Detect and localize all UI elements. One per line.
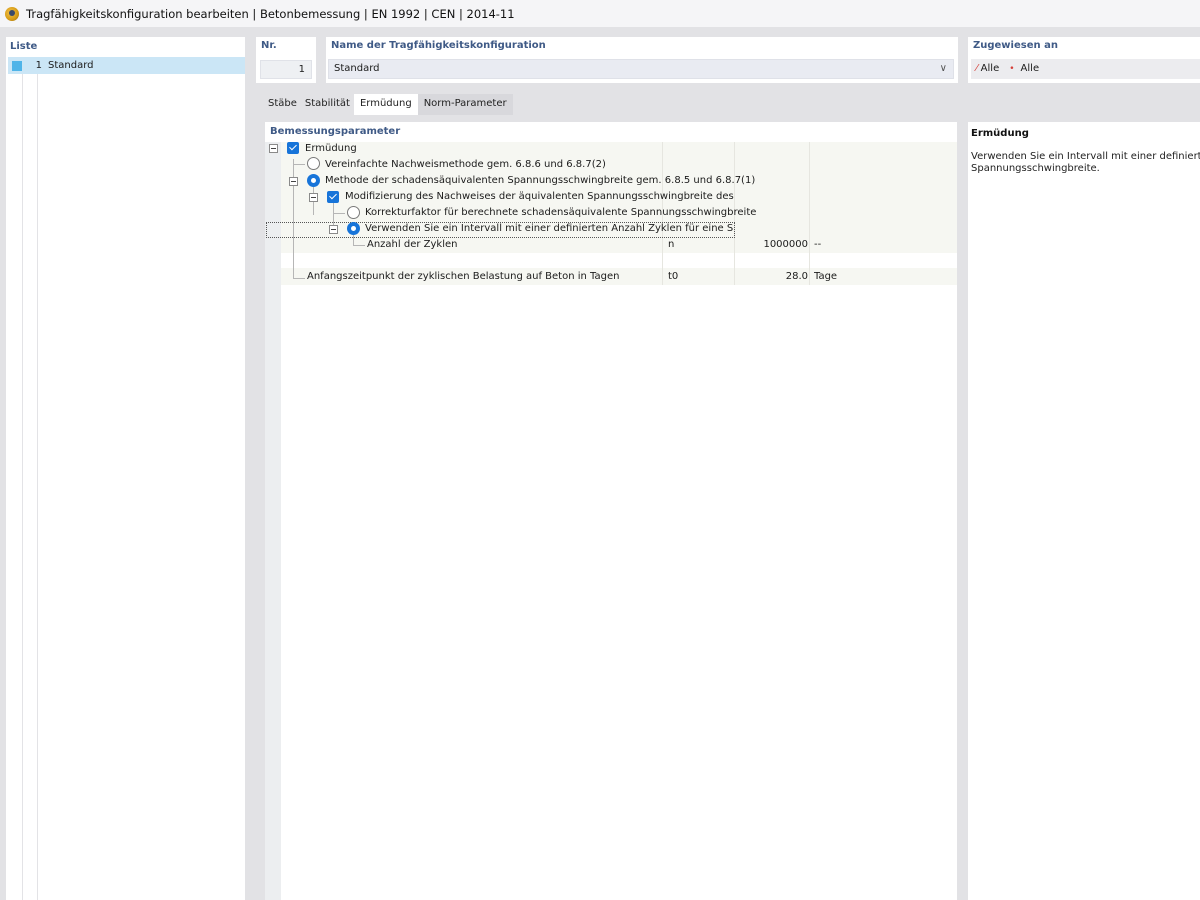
node-icon: • <box>1009 64 1015 74</box>
tree-line <box>293 278 305 279</box>
number-field[interactable]: 1 <box>260 60 312 79</box>
chevron-down-icon[interactable]: ∨ <box>940 60 947 78</box>
list-column-divider <box>37 74 38 900</box>
list-item-number: 1 <box>35 60 42 71</box>
config-name-select[interactable]: Standard ∨ <box>328 59 954 79</box>
config-name-header: Name der Tragfähigkeitskonfiguration <box>331 40 546 51</box>
info-description: Verwenden Sie ein Intervall mit einer de… <box>971 151 1200 174</box>
fatigue-checkbox[interactable] <box>287 142 299 154</box>
tab-norm-parameter[interactable]: Norm-Parameter <box>417 94 513 115</box>
list-panel: Liste 1 Standard <box>6 37 245 900</box>
damage-equivalent-method-radio[interactable] <box>307 174 320 187</box>
collapse-toggle-icon[interactable] <box>289 177 298 186</box>
start-time-value[interactable]: 28.0 <box>735 271 808 282</box>
config-name-panel: Name der Tragfähigkeitskonfiguration Sta… <box>326 37 958 83</box>
start-time-label: Anfangszeitpunkt der zyklischen Belastun… <box>307 271 620 282</box>
tree-line <box>333 213 345 214</box>
start-time-unit: Tage <box>814 271 838 282</box>
design-parameters-header: Bemessungsparameter <box>270 126 401 137</box>
spacer-row <box>281 253 957 268</box>
list-item-name: Standard <box>48 60 94 71</box>
modification-label: Modifizierung des Nachweises der äquival… <box>345 191 734 202</box>
simplified-method-radio[interactable] <box>307 157 320 170</box>
tab-stabilitaet[interactable]: Stabilität <box>302 94 354 115</box>
tab-staebe[interactable]: Stäbe <box>262 94 303 115</box>
correction-factor-label: Korrekturfaktor für berechnete schadensä… <box>365 207 757 218</box>
config-name-value: Standard <box>334 63 380 74</box>
tab-bar: Stäbe Stabilität Ermüdung Norm-Parameter <box>262 94 513 115</box>
number-header: Nr. <box>261 40 277 51</box>
cycles-value[interactable]: 1000000 <box>735 239 808 250</box>
assigned-header: Zugewiesen an <box>973 40 1058 51</box>
tree-line <box>353 245 365 246</box>
tab-ermuedung[interactable]: Ermüdung <box>353 94 418 115</box>
assigned-nodes-value: Alle <box>1020 63 1040 74</box>
collapse-toggle-icon[interactable] <box>269 144 278 153</box>
assigned-field[interactable]: ⁄ Alle • Alle <box>971 59 1200 79</box>
info-title: Ermüdung <box>971 128 1029 139</box>
window-title: Tragfähigkeitskonfiguration bearbeiten |… <box>26 6 515 21</box>
assigned-panel: Zugewiesen an ⁄ Alle • Alle <box>968 37 1200 83</box>
start-time-symbol: t0 <box>668 271 679 282</box>
interval-label: Verwenden Sie ein Intervall mit einer de… <box>365 223 734 234</box>
collapse-toggle-icon[interactable] <box>309 193 318 202</box>
app-logo-icon <box>5 6 19 21</box>
color-swatch-icon <box>12 60 22 71</box>
interval-radio[interactable] <box>347 222 360 235</box>
correction-factor-radio[interactable] <box>347 206 360 219</box>
row-gutter <box>265 142 281 900</box>
assigned-members-value: Alle <box>980 63 1000 74</box>
title-bar: Tragfähigkeitskonfiguration bearbeiten |… <box>0 0 1200 27</box>
column-divider <box>809 142 810 285</box>
member-icon: ⁄ <box>976 63 978 74</box>
tree-line <box>293 164 305 165</box>
info-panel: Ermüdung Verwenden Sie ein Intervall mit… <box>968 122 1200 900</box>
fatigue-label: Ermüdung <box>305 143 357 154</box>
list-column-divider <box>22 74 23 900</box>
modification-checkbox[interactable] <box>327 191 339 203</box>
cycles-unit: -- <box>814 239 822 250</box>
list-header: Liste <box>10 41 38 52</box>
cycles-label: Anzahl der Zyklen <box>367 239 458 250</box>
list-item-standard[interactable]: 1 Standard <box>8 57 245 74</box>
design-parameters-panel: Bemessungsparameter Ermüdung Vereinfacht… <box>265 122 957 900</box>
simplified-method-label: Vereinfachte Nachweismethode gem. 6.8.6 … <box>325 159 606 170</box>
number-panel: Nr. 1 <box>256 37 316 83</box>
collapse-toggle-icon[interactable] <box>329 225 338 234</box>
cycles-symbol: n <box>668 239 675 250</box>
damage-equivalent-method-label: Methode der schadensäquivalenten Spannun… <box>325 175 756 186</box>
